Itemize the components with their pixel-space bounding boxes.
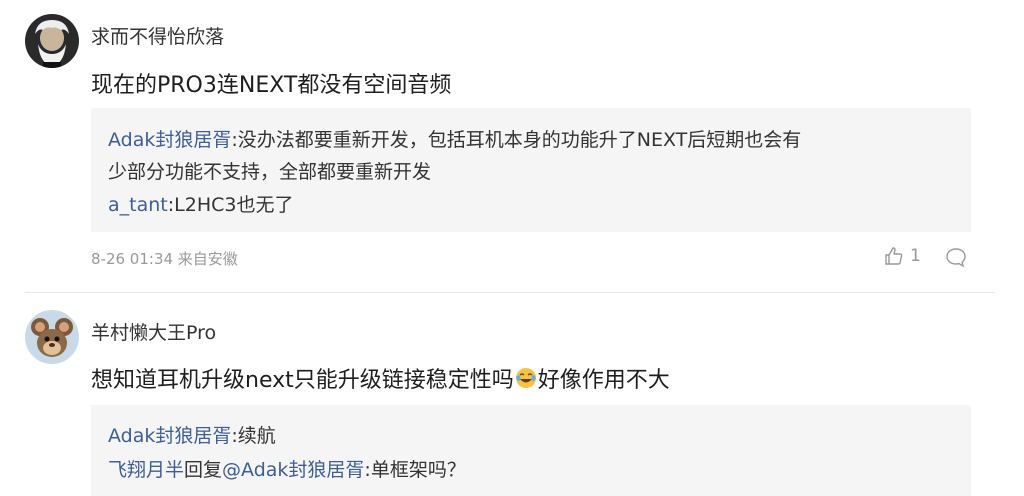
like-button[interactable]: 1 (884, 246, 921, 266)
reply-text: 续航 (237, 425, 276, 447)
comment-bubble-icon (946, 248, 966, 268)
username[interactable]: 羊村懒大王Pro (91, 318, 216, 345)
reply-text: L2HC3也无了 (174, 194, 294, 216)
comment-text-part: 好像作用不大 (537, 368, 670, 393)
comment-text: 现在的PRO3连NEXT都没有空间音频 (91, 73, 452, 98)
reply-text: 单框架吗？ (370, 459, 466, 481)
reply-text: 没办法都要重新开发，包括耳机本身的功能升了NEXT后短期也会有 (237, 129, 802, 151)
thumbs-up-icon (885, 247, 903, 265)
reply-item: a_tant:L2HC3也无了 (108, 190, 293, 217)
reply-continuation: 少部分功能不支持，全部都要重新开发 (108, 161, 432, 183)
reply-word: 回复 (184, 459, 223, 481)
reply-panel (91, 405, 971, 496)
avatar[interactable] (25, 14, 79, 68)
reply-item: Adak封狼居胥:没办法都要重新开发，包括耳机本身的功能升了NEXT后短期也会有 (108, 125, 801, 152)
comment-divider (25, 292, 995, 293)
reply-author[interactable]: Adak封狼居胥 (108, 129, 231, 151)
portrait-avatar-icon (25, 14, 79, 68)
reply-item: 飞翔月半回复@Adak封狼居胥:单框架吗？ (108, 455, 466, 482)
like-count: 1 (910, 246, 921, 266)
comment-text: 想知道耳机升级next只能升级链接稳定性吗 好像作用不大 (91, 362, 670, 396)
username[interactable]: 求而不得怡欣落 (91, 22, 224, 49)
reply-item: Adak封狼居胥:续航 (108, 421, 276, 448)
avatar[interactable] (25, 310, 79, 364)
comment-meta: 8-26 01:34 来自安徽 (91, 250, 238, 268)
reply-author[interactable]: Adak封狼居胥 (108, 425, 231, 447)
laughing-tears-emoji-icon (514, 366, 538, 396)
comment-text-part: 想知道耳机升级next只能升级链接稳定性吗 (91, 368, 514, 393)
reply-author[interactable]: a_tant (108, 194, 168, 216)
reply-button[interactable] (945, 246, 967, 268)
cartoon-mouse-avatar-icon (25, 310, 79, 364)
reply-author[interactable]: 飞翔月半 (108, 459, 184, 481)
reply-mention[interactable]: @Adak封狼居胥 (222, 459, 364, 481)
